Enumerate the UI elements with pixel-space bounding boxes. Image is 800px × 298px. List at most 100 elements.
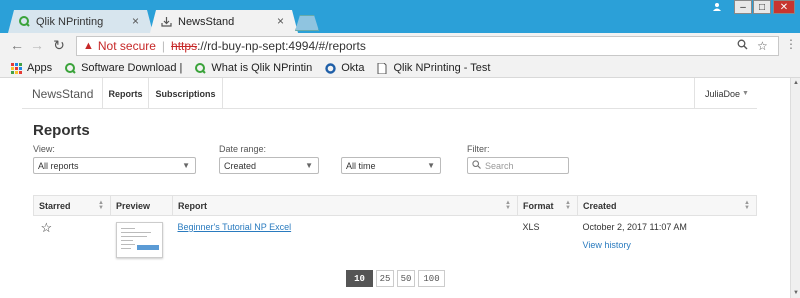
bookmarks-bar: Apps Software Download | What is Qlik NP… xyxy=(0,59,800,78)
page-content: NewsStand Reports Subscriptions JuliaDoe… xyxy=(0,78,790,298)
col-label: Preview xyxy=(116,200,151,211)
app-navbar: NewsStand Reports Subscriptions JuliaDoe… xyxy=(22,78,757,109)
page-size-25[interactable]: 25 xyxy=(376,270,394,287)
col-label: Format xyxy=(523,200,554,211)
vertical-scrollbar[interactable]: ▲ ▼ xyxy=(790,78,800,298)
browser-titlebar: Qlik NPrinting × NewsStand × – □ ✕ xyxy=(0,0,800,33)
scroll-up-icon[interactable]: ▲ xyxy=(793,80,799,86)
col-format[interactable]: Format ▲ ▼ xyxy=(517,195,578,216)
nav-subscriptions[interactable]: Subscriptions xyxy=(148,78,223,109)
col-label: Report xyxy=(178,200,207,211)
filter-label: Filter: xyxy=(467,144,490,154)
scroll-down-icon[interactable]: ▼ xyxy=(793,290,799,296)
minimize-button[interactable]: – xyxy=(734,0,752,14)
forward-arrow-icon[interactable]: → xyxy=(28,37,46,53)
chevron-down-icon: ▼ xyxy=(427,161,435,170)
qlik-favicon-icon xyxy=(64,62,76,74)
download-tray-icon xyxy=(160,16,172,28)
url-path: ://rd-buy-np-sept:4994/#/reports xyxy=(197,39,366,53)
date-period-value: All time xyxy=(346,160,376,171)
report-created: October 2, 2017 11:07 AM xyxy=(582,222,687,232)
reload-icon[interactable]: ↻ xyxy=(50,37,68,54)
bookmark-okta[interactable]: Okta xyxy=(324,62,364,74)
sort-icon: ▲ ▼ xyxy=(565,200,571,211)
sort-icon: ▲ ▼ xyxy=(98,200,104,211)
bookmark-software-download[interactable]: Software Download | xyxy=(64,62,182,74)
security-label[interactable]: Not secure xyxy=(98,39,156,53)
bookmark-what-is-qlik[interactable]: What is Qlik NPrintin xyxy=(194,62,312,74)
caret-down-icon: ▼ xyxy=(742,90,749,97)
search-icon xyxy=(472,159,481,172)
table-row: ☆ Beginner's Tutorial NP Excel XLS Octob… xyxy=(34,216,757,263)
chevron-down-icon: ▼ xyxy=(305,161,313,170)
bookmark-label: What is Qlik NPrintin xyxy=(211,62,313,74)
report-link[interactable]: Beginner's Tutorial NP Excel xyxy=(178,222,292,232)
sort-icon: ▲ ▼ xyxy=(505,200,511,211)
qlik-favicon-icon xyxy=(194,62,206,74)
sort-icon: ▲ ▼ xyxy=(744,200,750,211)
tab-title: Qlik NPrinting xyxy=(36,15,104,28)
apps-grid-icon xyxy=(10,62,22,74)
col-report[interactable]: Report ▲ ▼ xyxy=(172,195,518,216)
brand-name[interactable]: NewsStand xyxy=(32,87,93,101)
tab-title: NewsStand xyxy=(178,15,235,28)
bookmark-label: Qlik NPrinting - Test xyxy=(393,62,491,74)
reports-table: Starred ▲ ▼ Preview Report ▲ ▼ Format ▲ ▼ Crea… xyxy=(33,195,757,262)
profile-icon[interactable] xyxy=(708,0,726,14)
new-tab-button[interactable] xyxy=(295,15,319,31)
report-preview-thumbnail[interactable] xyxy=(115,222,163,258)
date-period-select[interactable]: All time ▼ xyxy=(341,157,441,174)
table-header-row: Starred ▲ ▼ Preview Report ▲ ▼ Format ▲ ▼ Crea… xyxy=(33,195,757,216)
date-range-label: Date range: xyxy=(219,144,267,154)
zoom-search-icon[interactable] xyxy=(737,39,748,53)
view-select[interactable]: All reports ▼ xyxy=(33,157,196,174)
user-menu[interactable]: JuliaDoe ▼ xyxy=(694,78,757,109)
col-preview: Preview xyxy=(110,195,173,216)
col-label: Starred xyxy=(39,200,71,211)
date-field-select[interactable]: Created ▼ xyxy=(219,157,319,174)
view-select-value: All reports xyxy=(38,160,79,171)
address-separator: | xyxy=(161,39,166,53)
qlik-favicon-icon xyxy=(18,16,30,28)
page-title: Reports xyxy=(33,122,90,139)
view-history-link[interactable]: View history xyxy=(583,240,752,250)
nav-reports-label: Reports xyxy=(108,88,143,99)
okta-icon xyxy=(324,62,336,74)
menu-dots-icon[interactable]: ⋮ xyxy=(782,37,800,51)
date-field-value: Created xyxy=(224,160,257,171)
report-format: XLS xyxy=(522,222,540,232)
view-label: View: xyxy=(33,144,55,154)
page-size-10[interactable]: 10 xyxy=(346,270,373,287)
bookmark-apps[interactable]: Apps xyxy=(10,62,52,74)
bookmark-qlik-nprinting-test[interactable]: Qlik NPrinting - Test xyxy=(376,62,490,74)
bookmark-label: Software Download | xyxy=(81,62,183,74)
nav-subscriptions-label: Subscriptions xyxy=(155,88,216,99)
back-arrow-icon[interactable]: ← xyxy=(8,37,26,53)
browser-toolbar: ← → ↻ ▲ Not secure | https://rd-buy-np-s… xyxy=(0,33,800,59)
filter-search[interactable] xyxy=(467,157,569,174)
col-starred[interactable]: Starred ▲ ▼ xyxy=(33,195,111,216)
url-scheme: https xyxy=(171,39,198,53)
warning-triangle-icon: ▲ xyxy=(83,40,94,52)
tab-qlik-nprinting[interactable]: Qlik NPrinting × xyxy=(8,10,153,33)
document-icon xyxy=(376,62,388,74)
page-size-100[interactable]: 100 xyxy=(418,270,445,287)
tab-newsstand[interactable]: NewsStand × xyxy=(150,10,298,33)
tab-close-icon[interactable]: × xyxy=(132,14,139,28)
maximize-button[interactable]: □ xyxy=(753,0,771,14)
bookmark-label: Okta xyxy=(341,62,365,74)
chevron-down-icon: ▼ xyxy=(182,161,190,170)
close-window-button[interactable]: ✕ xyxy=(773,0,795,14)
tab-close-icon[interactable]: × xyxy=(277,14,284,28)
page-size-50[interactable]: 50 xyxy=(397,270,415,287)
bookmark-label: Apps xyxy=(27,62,53,74)
col-label: Created xyxy=(583,200,617,211)
search-input[interactable] xyxy=(485,160,565,171)
col-created[interactable]: Created ▲ ▼ xyxy=(577,195,757,216)
user-name: JuliaDoe xyxy=(705,88,741,99)
nav-reports[interactable]: Reports xyxy=(102,78,148,109)
star-icon[interactable]: ☆ xyxy=(41,220,53,235)
bookmark-star-icon[interactable]: ☆ xyxy=(757,39,768,53)
address-bar[interactable]: ▲ Not secure | https://rd-buy-np-sept:49… xyxy=(76,36,779,56)
page-size-selector: 10 25 50 100 xyxy=(346,270,448,287)
